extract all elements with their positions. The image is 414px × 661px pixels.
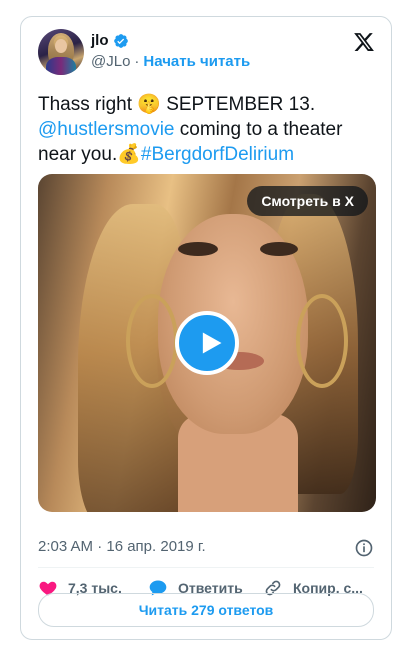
author-name-row: jlo (91, 32, 129, 49)
divider (38, 567, 374, 568)
mention-link[interactable]: @hustlersmovie (38, 119, 175, 140)
separator-dot: · (134, 53, 140, 70)
avatar-face (55, 39, 67, 53)
follow-button[interactable]: Начать читать (143, 53, 250, 70)
tweet-card: jlo @JLo · Начать читать Thass right 🤫 S… (20, 16, 392, 640)
play-button[interactable] (175, 311, 239, 375)
tweet-text-part: Thass right (38, 94, 138, 115)
avatar-outfit (46, 57, 76, 75)
shushing-emoji: 🤫 (137, 94, 161, 115)
author-handle-row: @JLo · Начать читать (91, 53, 250, 70)
money-bag-emoji: 💰 (117, 144, 141, 165)
video-eye-left (178, 242, 218, 256)
watch-on-x-button[interactable]: Смотреть в X (247, 186, 368, 216)
read-replies-button[interactable]: Читать 279 ответов (38, 593, 374, 627)
video-media[interactable]: Смотреть в X (38, 174, 376, 512)
author-name[interactable]: jlo (91, 32, 109, 49)
author-handle[interactable]: @JLo (91, 53, 130, 70)
video-earring-left (126, 294, 178, 388)
info-icon[interactable] (354, 538, 374, 558)
play-icon (202, 332, 222, 354)
tweet-text: Thass right 🤫 SEPTEMBER 13. @hustlersmov… (38, 92, 378, 167)
verified-badge-icon (113, 33, 128, 48)
hashtag-link[interactable]: #BergdorfDelirium (141, 144, 294, 165)
video-earring-right (296, 294, 348, 388)
video-eye-right (260, 242, 298, 256)
tweet-text-part: SEPTEMBER 13. (160, 94, 316, 115)
author-avatar[interactable] (38, 29, 84, 75)
x-logo-icon[interactable] (353, 31, 375, 53)
tweet-timestamp[interactable]: 2:03 AM · 16 апр. 2019 г. (38, 538, 206, 555)
